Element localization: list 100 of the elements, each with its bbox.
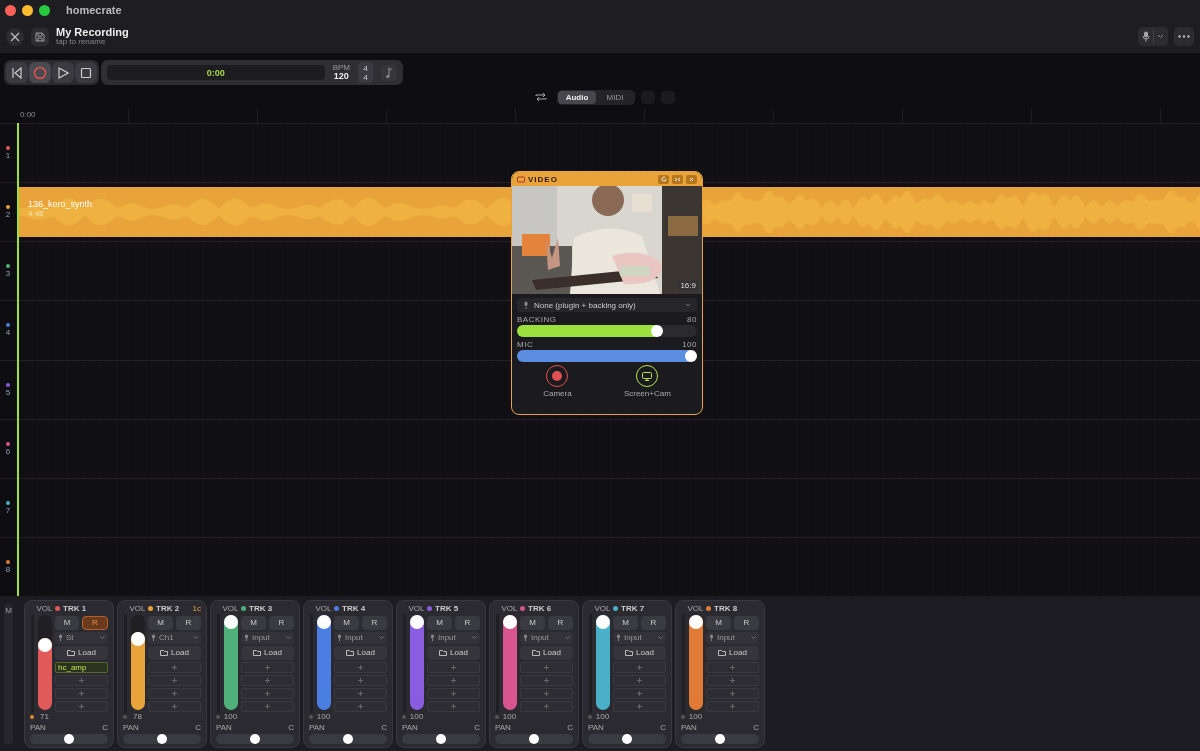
- input-dropdown[interactable]: Input: [241, 631, 294, 644]
- record-arm-button[interactable]: R: [82, 615, 108, 630]
- pan-slider[interactable]: [123, 733, 201, 744]
- mute-button[interactable]: M: [427, 615, 452, 630]
- pan-slider[interactable]: [681, 733, 759, 744]
- pan-slider[interactable]: [402, 733, 480, 744]
- fader-thumb[interactable]: [130, 632, 145, 647]
- plus-icon: [79, 690, 84, 696]
- fader-thumb[interactable]: [688, 614, 703, 629]
- pan-slider[interactable]: [588, 733, 666, 744]
- load-button[interactable]: Load: [148, 645, 201, 660]
- pan-knob[interactable]: [157, 733, 167, 744]
- fader-thumb[interactable]: [223, 614, 238, 629]
- volume-fader[interactable]: [316, 614, 331, 710]
- caret-icon: [286, 636, 291, 639]
- volume-fader[interactable]: [502, 614, 517, 710]
- record-arm-button[interactable]: R: [176, 615, 201, 630]
- caret-icon: [1156, 34, 1164, 39]
- time-signature-button[interactable]: 4 4: [358, 62, 373, 83]
- recording-title[interactable]: My Recording: [56, 26, 129, 39]
- input-dropdown[interactable]: Input: [520, 631, 573, 644]
- track-name[interactable]: TRK 8: [714, 604, 738, 613]
- track-name[interactable]: TRK 2: [156, 604, 180, 613]
- pan-knob[interactable]: [436, 733, 446, 744]
- more-button[interactable]: [1174, 27, 1194, 46]
- track-name[interactable]: TRK 7: [621, 604, 645, 613]
- record-arm-button[interactable]: R: [455, 615, 480, 630]
- collapse-button[interactable]: [672, 174, 683, 184]
- stop-button[interactable]: [75, 62, 97, 83]
- load-button[interactable]: Load: [334, 645, 387, 660]
- pan-slider[interactable]: [309, 733, 387, 744]
- record-button[interactable]: [29, 62, 51, 83]
- close-button[interactable]: [6, 27, 24, 46]
- volume-fader[interactable]: [37, 614, 52, 710]
- microphone-icon: [58, 634, 63, 641]
- volume-fader[interactable]: [595, 614, 610, 710]
- track-name[interactable]: TRK 6: [528, 604, 552, 613]
- skip-to-start-button[interactable]: [6, 62, 28, 83]
- input-dropdown[interactable]: Input: [706, 631, 759, 644]
- volume-fader[interactable]: [130, 614, 145, 710]
- fader-thumb[interactable]: [595, 614, 610, 629]
- mute-button[interactable]: M: [613, 615, 638, 630]
- plugin-slot[interactable]: hc_amp: [55, 661, 108, 673]
- mute-button[interactable]: M: [520, 615, 545, 630]
- mute-button[interactable]: M: [706, 615, 731, 630]
- record-arm-button[interactable]: R: [269, 615, 294, 630]
- record-arm-button[interactable]: R: [734, 615, 759, 630]
- zoom-window-button[interactable]: [39, 4, 50, 16]
- input-dropdown[interactable]: Ch1: [148, 631, 201, 644]
- fader-thumb[interactable]: [502, 614, 517, 629]
- input-dropdown[interactable]: Input: [427, 631, 480, 644]
- pan-knob[interactable]: [529, 733, 539, 744]
- pan-knob[interactable]: [622, 733, 632, 744]
- volume-fader[interactable]: [223, 614, 238, 710]
- pan-knob[interactable]: [250, 733, 260, 744]
- loop-icon[interactable]: [535, 92, 547, 102]
- mute-button[interactable]: M: [55, 615, 79, 630]
- mode-tab[interactable]: MIDI: [596, 90, 634, 104]
- aspect-ratio-badge[interactable]: 16:9: [678, 281, 698, 291]
- volume-fader[interactable]: [409, 614, 424, 710]
- record-arm-button[interactable]: R: [548, 615, 573, 630]
- metronome-button[interactable]: [381, 64, 397, 81]
- track-name[interactable]: TRK 4: [342, 604, 366, 613]
- record-arm-button[interactable]: R: [641, 615, 666, 630]
- load-button[interactable]: Load: [706, 645, 759, 660]
- track-name[interactable]: TRK 1: [63, 604, 87, 613]
- pan-knob[interactable]: [64, 733, 74, 744]
- load-button[interactable]: Load: [613, 645, 666, 660]
- mute-button[interactable]: M: [334, 615, 359, 630]
- track-name[interactable]: TRK 5: [435, 604, 459, 613]
- mode-tab[interactable]: Audio: [558, 90, 596, 104]
- input-dropdown[interactable]: Input: [613, 631, 666, 644]
- save-button[interactable]: [31, 27, 49, 46]
- load-button[interactable]: Load: [520, 645, 573, 660]
- fader-thumb[interactable]: [37, 638, 52, 652]
- pan-label: PAN: [588, 722, 604, 732]
- input-dropdown[interactable]: None (plugin + backing only): [517, 298, 697, 312]
- pan-knob[interactable]: [343, 733, 353, 744]
- fader-thumb[interactable]: [316, 614, 331, 629]
- record-arm-button[interactable]: R: [362, 615, 387, 630]
- input-dropdown[interactable]: St: [55, 631, 108, 644]
- play-button[interactable]: [52, 62, 74, 83]
- minimize-window-button[interactable]: [22, 4, 33, 16]
- volume-slider[interactable]: [517, 325, 697, 337]
- pan-slider[interactable]: [216, 733, 294, 744]
- volume-fader[interactable]: [688, 614, 703, 710]
- track-name[interactable]: TRK 3: [249, 604, 273, 613]
- load-button[interactable]: Load: [427, 645, 480, 660]
- pan-slider[interactable]: [30, 733, 108, 744]
- bpm-value[interactable]: 120: [333, 72, 349, 81]
- mute-button[interactable]: M: [241, 615, 266, 630]
- close-window-button[interactable]: [5, 4, 16, 16]
- pan-slider[interactable]: [495, 733, 573, 744]
- microphone-button[interactable]: [1138, 27, 1168, 46]
- load-button[interactable]: Load: [55, 645, 108, 660]
- mute-button[interactable]: M: [148, 615, 173, 630]
- input-dropdown[interactable]: Input: [334, 631, 387, 644]
- fader-thumb[interactable]: [409, 614, 424, 629]
- load-button[interactable]: Load: [241, 645, 294, 660]
- pan-knob[interactable]: [715, 733, 725, 744]
